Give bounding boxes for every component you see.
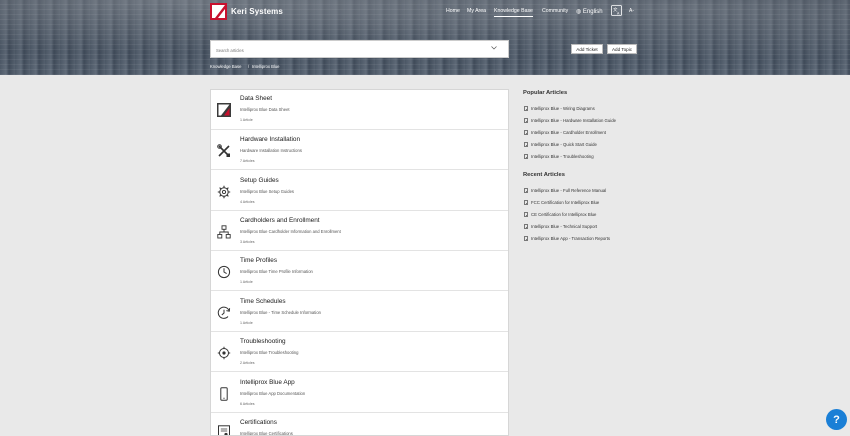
document-icon xyxy=(524,118,528,123)
translate-icon[interactable]: 文 A xyxy=(611,5,622,16)
globe-icon: ◍ xyxy=(576,9,582,15)
schedule-icon xyxy=(217,306,231,319)
recent-articles-heading: Recent Articles xyxy=(523,172,565,178)
brand-name[interactable]: Keri Systems xyxy=(231,7,283,16)
category-count: 2 Articles xyxy=(240,361,255,365)
troubleshoot-icon xyxy=(217,346,231,360)
category-count: 1 Article xyxy=(240,321,253,325)
gear-icon xyxy=(217,185,231,199)
document-icon xyxy=(524,106,528,111)
category-title[interactable]: Cardholders and Enrollment xyxy=(240,217,320,224)
chevron-down-icon[interactable] xyxy=(491,46,497,50)
nav-knowledge-base[interactable]: Knowledge Base xyxy=(494,8,533,17)
category-description: Intelliprox Blue - Time Schedule Informa… xyxy=(240,310,321,315)
font-size-toggle[interactable]: A- xyxy=(629,8,634,14)
document-icon xyxy=(524,188,528,193)
category-item[interactable]: Cardholders and Enrollment Intelliprox B… xyxy=(211,211,508,251)
search-box xyxy=(210,40,509,58)
logo-icon xyxy=(217,103,231,117)
breadcrumb-root[interactable]: Knowledge Base xyxy=(210,64,241,69)
category-item[interactable]: Data Sheet Intelliprox Blue Data Sheet 1… xyxy=(211,90,508,130)
category-title[interactable]: Hardware Installation xyxy=(240,136,300,143)
document-icon xyxy=(524,130,528,135)
document-icon xyxy=(524,142,528,147)
language-selector[interactable]: ◍ English xyxy=(576,8,603,15)
category-description: Intelliprox Blue Setup Guides xyxy=(240,189,295,194)
category-title[interactable]: Intelliprox Blue App xyxy=(240,379,295,386)
add-topic-button[interactable]: Add Topic xyxy=(607,44,637,54)
category-count: 4 Articles xyxy=(240,200,255,204)
recent-article-link[interactable]: Intelliprox Blue - Full Reference Manual xyxy=(524,188,606,193)
category-count: 1 Article xyxy=(240,118,253,122)
popular-article-link[interactable]: Intelliprox Blue - Quick Start Guide xyxy=(524,142,597,147)
category-description: Intelliprox Blue App Documentation xyxy=(240,391,306,396)
popular-article-link[interactable]: Intelliprox Blue - Hardware Installation… xyxy=(524,118,616,123)
hero-banner: Keri Systems Home My Area Knowledge Base… xyxy=(0,0,850,75)
phone-icon xyxy=(220,387,228,401)
search-input[interactable] xyxy=(216,45,476,55)
category-description: Intelliprox Blue Cardholder Information … xyxy=(240,229,341,234)
recent-article-link[interactable]: Intelliprox Blue App - Transaction Repor… xyxy=(524,236,610,241)
popular-article-link[interactable]: Intelliprox Blue - Cardholder Enrollment xyxy=(524,130,606,135)
document-icon xyxy=(524,212,528,217)
document-icon xyxy=(524,200,528,205)
category-list: Data Sheet Intelliprox Blue Data Sheet 1… xyxy=(210,89,509,436)
category-count: 3 Articles xyxy=(240,240,255,244)
document-icon xyxy=(524,236,528,241)
category-item[interactable]: Setup Guides Intelliprox Blue Setup Guid… xyxy=(211,171,508,211)
category-description: Intelliprox Blue Troubleshooting xyxy=(240,350,299,355)
category-count: 7 Articles xyxy=(240,159,255,163)
clock-icon xyxy=(217,265,231,279)
category-item[interactable]: Certifications Intelliprox Blue Certific… xyxy=(211,413,508,436)
category-item[interactable]: Intelliprox Blue App Intelliprox Blue Ap… xyxy=(211,373,508,413)
category-title[interactable]: Setup Guides xyxy=(240,177,279,184)
add-ticket-button[interactable]: Add Ticket xyxy=(571,44,603,54)
network-icon xyxy=(217,225,231,239)
nav-my-area[interactable]: My Area xyxy=(467,8,486,14)
category-description: Intelliprox Blue Time Profile Informatio… xyxy=(240,269,313,274)
document-icon xyxy=(524,154,528,159)
category-item[interactable]: Time Profiles Intelliprox Blue Time Prof… xyxy=(211,251,508,291)
category-item[interactable]: Hardware Installation Hardware Installat… xyxy=(211,130,508,170)
breadcrumb-current: Intelliprox Blue xyxy=(252,64,280,69)
language-label: English xyxy=(582,9,603,15)
category-title[interactable]: Data Sheet xyxy=(240,95,272,102)
category-item[interactable]: Time Schedules Intelliprox Blue - Time S… xyxy=(211,292,508,332)
document-icon xyxy=(524,224,528,229)
popular-article-link[interactable]: Intelliprox Blue - Troubleshooting xyxy=(524,154,594,159)
category-description: Intelliprox Blue Data Sheet xyxy=(240,107,290,112)
help-button[interactable]: ? xyxy=(826,409,847,430)
recent-article-link[interactable]: CE Certification for Intelliprox Blue xyxy=(524,212,596,217)
category-title[interactable]: Troubleshooting xyxy=(240,338,286,345)
category-description: Hardware Installation Instructions xyxy=(240,148,302,153)
nav-community[interactable]: Community xyxy=(542,8,568,14)
svg-text:A: A xyxy=(617,12,620,16)
category-title[interactable]: Time Profiles xyxy=(240,257,277,264)
popular-articles-heading: Popular Articles xyxy=(523,90,568,96)
category-count: 1 Article xyxy=(240,280,253,284)
popular-article-link[interactable]: Intelliprox Blue - Wiring Diagrams xyxy=(524,106,595,111)
logo-icon[interactable] xyxy=(210,3,227,20)
recent-article-link[interactable]: Intelliprox Blue - Technical Support xyxy=(524,224,597,229)
category-title[interactable]: Certifications xyxy=(240,419,277,426)
category-description: Intelliprox Blue Certifications xyxy=(240,431,293,436)
breadcrumb-separator: / xyxy=(248,64,250,69)
category-title[interactable]: Time Schedules xyxy=(240,298,286,305)
recent-article-link[interactable]: FCC Certification for Intelliprox Blue xyxy=(524,200,599,205)
tools-icon xyxy=(217,144,230,157)
category-item[interactable]: Troubleshooting Intelliprox Blue Trouble… xyxy=(211,332,508,372)
certificate-icon xyxy=(218,425,230,435)
nav-home[interactable]: Home xyxy=(446,8,460,14)
category-count: 6 Articles xyxy=(240,402,255,406)
